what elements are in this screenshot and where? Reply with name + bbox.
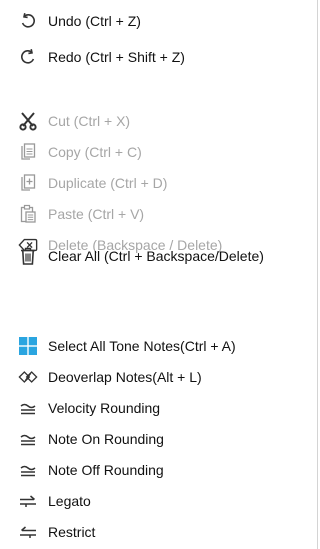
menu-item-note-on-rounding[interactable]: Note On Rounding [0,426,318,452]
menu-item-label: Note Off Rounding [48,462,164,478]
approx-equal-icon [18,398,38,418]
menu-item-label: Legato [48,493,91,509]
legato-icon [18,491,38,511]
menu-item-label: Velocity Rounding [48,400,161,416]
menu-item-clear-all-row[interactable]: Clear All (Ctrl + Backspace/Delete) [0,243,318,269]
menu-item-label: Copy (Ctrl + C) [48,144,142,160]
menu-item-cut[interactable]: Cut (Ctrl + X) [0,108,318,134]
menu-item-duplicate[interactable]: Duplicate (Ctrl + D) [0,170,318,196]
menu-item-label: Select All Tone Notes(Ctrl + A) [48,338,236,354]
paste-icon [18,204,38,224]
restrict-icon [18,522,38,542]
undo-icon [18,11,38,31]
context-menu: Undo (Ctrl + Z) Redo (Ctrl + Shift + Z) … [0,0,318,549]
approx-equal-icon [18,460,38,480]
menu-item-label: Clear All (Ctrl + Backspace/Delete) [48,248,264,264]
menu-item-label: Deoverlap Notes(Alt + L) [48,369,202,385]
menu-item-label: Duplicate (Ctrl + D) [48,175,168,191]
menu-item-select-all-tone-notes[interactable]: Select All Tone Notes(Ctrl + A) [0,333,318,359]
menu-item-label: Restrict [48,524,96,540]
menu-item-label: Note On Rounding [48,431,164,447]
menu-item-deoverlap-notes[interactable]: Deoverlap Notes(Alt + L) [0,364,318,390]
menu-item-restrict[interactable]: Restrict [0,519,318,545]
duplicate-icon [18,173,38,193]
menu-item-redo[interactable]: Redo (Ctrl + Shift + Z) [0,44,318,70]
copy-icon [18,142,38,162]
menu-item-label: Undo (Ctrl + Z) [48,13,141,29]
menu-item-legato[interactable]: Legato [0,488,318,514]
menu-item-undo[interactable]: Undo (Ctrl + Z) [0,8,318,34]
menu-item-velocity-rounding[interactable]: Velocity Rounding [0,395,318,421]
menu-item-paste[interactable]: Paste (Ctrl + V) [0,201,318,227]
menu-item-label: Cut (Ctrl + X) [48,113,131,129]
menu-item-label: Paste (Ctrl + V) [48,206,145,222]
deoverlap-icon [18,367,38,387]
trash-icon [18,246,38,266]
scissors-icon [18,111,38,131]
grid-select-icon [18,336,38,356]
menu-item-copy[interactable]: Copy (Ctrl + C) [0,139,318,165]
menu-item-label: Redo (Ctrl + Shift + Z) [48,49,185,65]
approx-equal-icon [18,429,38,449]
menu-item-note-off-rounding[interactable]: Note Off Rounding [0,457,318,483]
redo-icon [18,47,38,67]
